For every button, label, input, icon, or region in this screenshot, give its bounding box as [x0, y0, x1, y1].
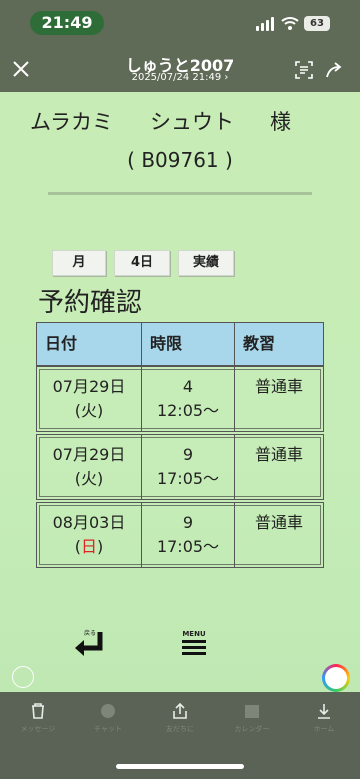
header-period: 時限 — [150, 334, 183, 353]
weekday-close: ) — [97, 537, 104, 556]
chat-subtitle[interactable]: 2025/07/24 21:49 › — [80, 72, 280, 83]
weekday-sunday: 日 — [80, 537, 97, 556]
home-indicator — [116, 764, 244, 769]
student-name: ムラカミ シュウト 様 — [0, 106, 360, 138]
table-header: 日付 時限 教習 — [36, 322, 324, 366]
record-button[interactable]: 実績 — [178, 250, 234, 276]
row-period: 4 12:05～ — [142, 375, 234, 423]
period-time: 17:05～ — [156, 537, 220, 556]
reservation-page: ムラカミ シュウト 様 ( B09761 ) 月 4日 実績 予約確認 日付 時… — [0, 92, 360, 692]
row-date: 08月03日 (日) — [37, 511, 141, 559]
student-given-name: シュウト — [150, 110, 234, 134]
header-date: 日付 — [45, 334, 78, 353]
student-id: ( B09761 ) — [127, 148, 233, 172]
tab-calendar[interactable]: カレンダー — [224, 702, 280, 734]
row-lesson: 普通車 — [254, 377, 303, 396]
tab-label: メッセージ — [20, 725, 56, 733]
row-date: 07月29日 (火) — [37, 443, 141, 491]
tab-delete[interactable]: メッセージ — [10, 702, 66, 734]
period-number: 9 — [182, 445, 194, 464]
header-lesson: 教習 — [243, 334, 276, 353]
period-time: 12:05～ — [156, 401, 220, 420]
row-date: 07月29日 (火) — [37, 375, 141, 423]
tab-download[interactable]: ホーム — [296, 702, 352, 734]
table-row: 07月29日 (火) 4 12:05～ 普通車 — [36, 366, 324, 432]
table-row: 08月03日 (日) 9 17:05～ 普通車 — [36, 502, 324, 568]
tab-chat[interactable]: チャット — [80, 702, 136, 734]
honorific: 様 — [270, 110, 291, 134]
period-number: 9 — [182, 513, 194, 532]
section-title: 予約確認 — [38, 288, 143, 318]
weekday-text: (日) — [37, 535, 141, 559]
emoji-icon[interactable] — [12, 666, 34, 688]
cellular-signal-icon — [256, 17, 276, 31]
period-time: 17:05～ — [156, 469, 220, 488]
weekday-text: (火) — [74, 401, 104, 420]
download-icon — [318, 704, 330, 719]
weekday-text: (火) — [74, 469, 104, 488]
battery-icon: 63 — [304, 16, 330, 31]
trash-icon — [32, 703, 44, 719]
day4-button[interactable]: 4日 — [114, 250, 170, 276]
divider — [48, 192, 312, 195]
status-time: 21:49 — [30, 11, 104, 35]
date-text: 07月29日 — [52, 445, 126, 464]
share-icon[interactable] — [324, 60, 344, 80]
row-period: 9 17:05～ — [142, 511, 234, 559]
status-bar: 21:49 63 — [0, 0, 360, 48]
date-text: 07月29日 — [52, 377, 126, 396]
table-row: 07月29日 (火) 9 17:05～ 普通車 — [36, 434, 324, 500]
chat-icon — [101, 704, 115, 718]
upload-icon — [173, 702, 187, 719]
tab-label: チャット — [94, 725, 122, 733]
row-period: 9 17:05～ — [142, 443, 234, 491]
tab-label: ホーム — [313, 725, 335, 733]
menu-label: MENU — [182, 630, 206, 638]
close-icon[interactable] — [10, 58, 32, 80]
wifi-icon — [281, 17, 299, 30]
row-lesson: 普通車 — [254, 445, 303, 464]
tab-label: カレンダー — [234, 725, 270, 733]
tab-share[interactable]: 友だちに — [152, 702, 208, 734]
row-lesson: 普通車 — [254, 513, 303, 532]
date-text: 08月03日 — [52, 513, 126, 532]
period-number: 4 — [182, 377, 194, 396]
student-surname: ムラカミ — [30, 110, 113, 134]
chat-header: しゅうと2007 2025/07/24 21:49 › — [0, 48, 360, 92]
text-scan-icon[interactable] — [294, 60, 314, 80]
tab-label: 友だちに — [166, 725, 194, 733]
back-label: 戻る — [84, 630, 97, 637]
calendar-icon — [245, 705, 259, 718]
edit-icon[interactable] — [322, 664, 350, 692]
month-button[interactable]: 月 — [52, 250, 106, 276]
